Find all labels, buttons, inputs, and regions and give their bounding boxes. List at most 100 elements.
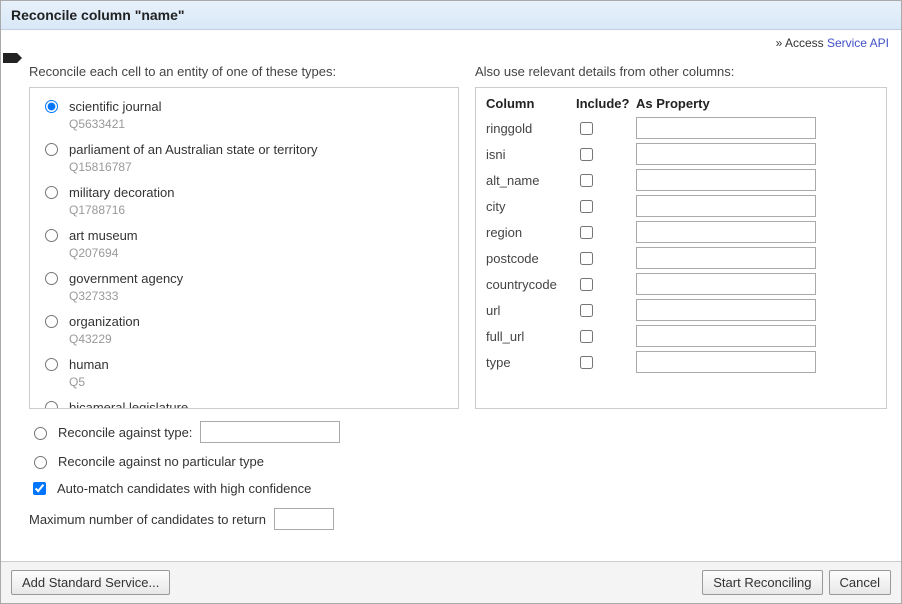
details-row: city xyxy=(486,195,876,217)
as-property-input[interactable] xyxy=(636,143,816,165)
type-qid: Q5 xyxy=(69,374,109,391)
type-name: scientific journal xyxy=(69,98,162,116)
column-name: city xyxy=(486,199,576,214)
max-candidates-input[interactable] xyxy=(274,508,334,530)
under-list: Reconcile against type: Reconcile agains… xyxy=(29,421,459,540)
type-list[interactable]: scientific journalQ5633421 parliament of … xyxy=(29,87,459,409)
as-property-input[interactable] xyxy=(636,247,816,269)
details-header: Column Include? As Property xyxy=(486,96,876,111)
type-radio[interactable] xyxy=(45,229,58,242)
include-checkbox[interactable] xyxy=(580,356,593,369)
type-item[interactable]: military decorationQ1788716 xyxy=(34,180,454,223)
right-column: Also use relevant details from other col… xyxy=(475,60,887,555)
type-text: government agencyQ327333 xyxy=(69,270,183,305)
details-row: isni xyxy=(486,143,876,165)
type-name: bicameral legislature xyxy=(69,399,188,409)
start-reconciling-button[interactable]: Start Reconciling xyxy=(702,570,822,595)
col-header: Column xyxy=(486,96,576,111)
as-property-input[interactable] xyxy=(636,299,816,321)
details-row: url xyxy=(486,299,876,321)
dialog-footer: Add Standard Service... Start Reconcilin… xyxy=(1,561,901,603)
type-name: art museum xyxy=(69,227,138,245)
include-checkbox[interactable] xyxy=(580,330,593,343)
type-qid: Q43229 xyxy=(69,331,140,348)
cancel-button[interactable]: Cancel xyxy=(829,570,891,595)
type-name: parliament of an Australian state or ter… xyxy=(69,141,318,159)
type-radio[interactable] xyxy=(45,358,58,371)
type-qid: Q15816787 xyxy=(69,159,318,176)
include-checkbox[interactable] xyxy=(580,200,593,213)
type-radio[interactable] xyxy=(45,100,58,113)
column-name: countrycode xyxy=(486,277,576,292)
no-type-row: Reconcile against no particular type xyxy=(29,453,459,469)
include-checkbox[interactable] xyxy=(580,174,593,187)
type-radio[interactable] xyxy=(45,143,58,156)
type-radio[interactable] xyxy=(45,186,58,199)
type-item[interactable]: bicameral legislatureQ189445 xyxy=(34,395,454,409)
type-item[interactable]: art museumQ207694 xyxy=(34,223,454,266)
details-row: type xyxy=(486,351,876,373)
type-item[interactable]: humanQ5 xyxy=(34,352,454,395)
details-row: postcode xyxy=(486,247,876,269)
details-box: Column Include? As Property ringgold isni… xyxy=(475,87,887,409)
details-row: ringgold xyxy=(486,117,876,139)
as-property-input[interactable] xyxy=(636,169,816,191)
no-type-radio[interactable] xyxy=(34,456,47,469)
type-name: military decoration xyxy=(69,184,175,202)
type-item[interactable]: scientific journalQ5633421 xyxy=(34,94,454,137)
details-row: countrycode xyxy=(486,273,876,295)
as-property-input[interactable] xyxy=(636,221,816,243)
details-row: full_url xyxy=(486,325,876,347)
include-checkbox[interactable] xyxy=(580,252,593,265)
type-qid: Q207694 xyxy=(69,245,138,262)
against-type-radio[interactable] xyxy=(34,427,47,440)
as-property-input[interactable] xyxy=(636,195,816,217)
type-text: scientific journalQ5633421 xyxy=(69,98,162,133)
column-name: ringgold xyxy=(486,121,576,136)
as-property-input[interactable] xyxy=(636,273,816,295)
include-checkbox[interactable] xyxy=(580,148,593,161)
against-type-label: Reconcile against type: xyxy=(58,425,192,440)
type-name: government agency xyxy=(69,270,183,288)
automatch-checkbox[interactable] xyxy=(33,482,46,495)
type-qid: Q5633421 xyxy=(69,116,162,133)
type-text: bicameral legislatureQ189445 xyxy=(69,399,188,409)
column-name: alt_name xyxy=(486,173,576,188)
type-item[interactable]: organizationQ43229 xyxy=(34,309,454,352)
as-property-input[interactable] xyxy=(636,351,816,373)
as-property-input[interactable] xyxy=(636,117,816,139)
types-heading: Reconcile each cell to an entity of one … xyxy=(29,64,459,79)
type-text: humanQ5 xyxy=(69,356,109,391)
type-item[interactable]: government agencyQ327333 xyxy=(34,266,454,309)
column-name: region xyxy=(486,225,576,240)
asprop-header: As Property xyxy=(636,96,876,111)
include-checkbox[interactable] xyxy=(580,304,593,317)
include-checkbox[interactable] xyxy=(580,122,593,135)
type-qid: Q1788716 xyxy=(69,202,175,219)
include-checkbox[interactable] xyxy=(580,278,593,291)
type-radio[interactable] xyxy=(45,272,58,285)
automatch-label: Auto-match candidates with high confiden… xyxy=(57,481,311,496)
include-header: Include? xyxy=(576,96,636,111)
as-property-input[interactable] xyxy=(636,325,816,347)
details-heading: Also use relevant details from other col… xyxy=(475,64,887,79)
type-radio[interactable] xyxy=(45,401,58,409)
column-name: postcode xyxy=(486,251,576,266)
type-item[interactable]: parliament of an Australian state or ter… xyxy=(34,137,454,180)
type-text: military decorationQ1788716 xyxy=(69,184,175,219)
include-checkbox[interactable] xyxy=(580,226,593,239)
add-service-button[interactable]: Add Standard Service... xyxy=(11,570,170,595)
dialog-title: Reconcile column "name" xyxy=(1,1,901,30)
access-prefix: » Access xyxy=(776,36,827,50)
service-api-row: » Access Service API xyxy=(1,30,901,50)
service-api-link[interactable]: Service API xyxy=(827,36,889,50)
type-text: art museumQ207694 xyxy=(69,227,138,262)
column-name: isni xyxy=(486,147,576,162)
type-name: human xyxy=(69,356,109,374)
automatch-row: Auto-match candidates with high confiden… xyxy=(29,479,459,498)
type-radio[interactable] xyxy=(45,315,58,328)
details-row: alt_name xyxy=(486,169,876,191)
type-text: organizationQ43229 xyxy=(69,313,140,348)
dialog-body: Reconcile each cell to an entity of one … xyxy=(1,50,901,561)
against-type-input[interactable] xyxy=(200,421,340,443)
